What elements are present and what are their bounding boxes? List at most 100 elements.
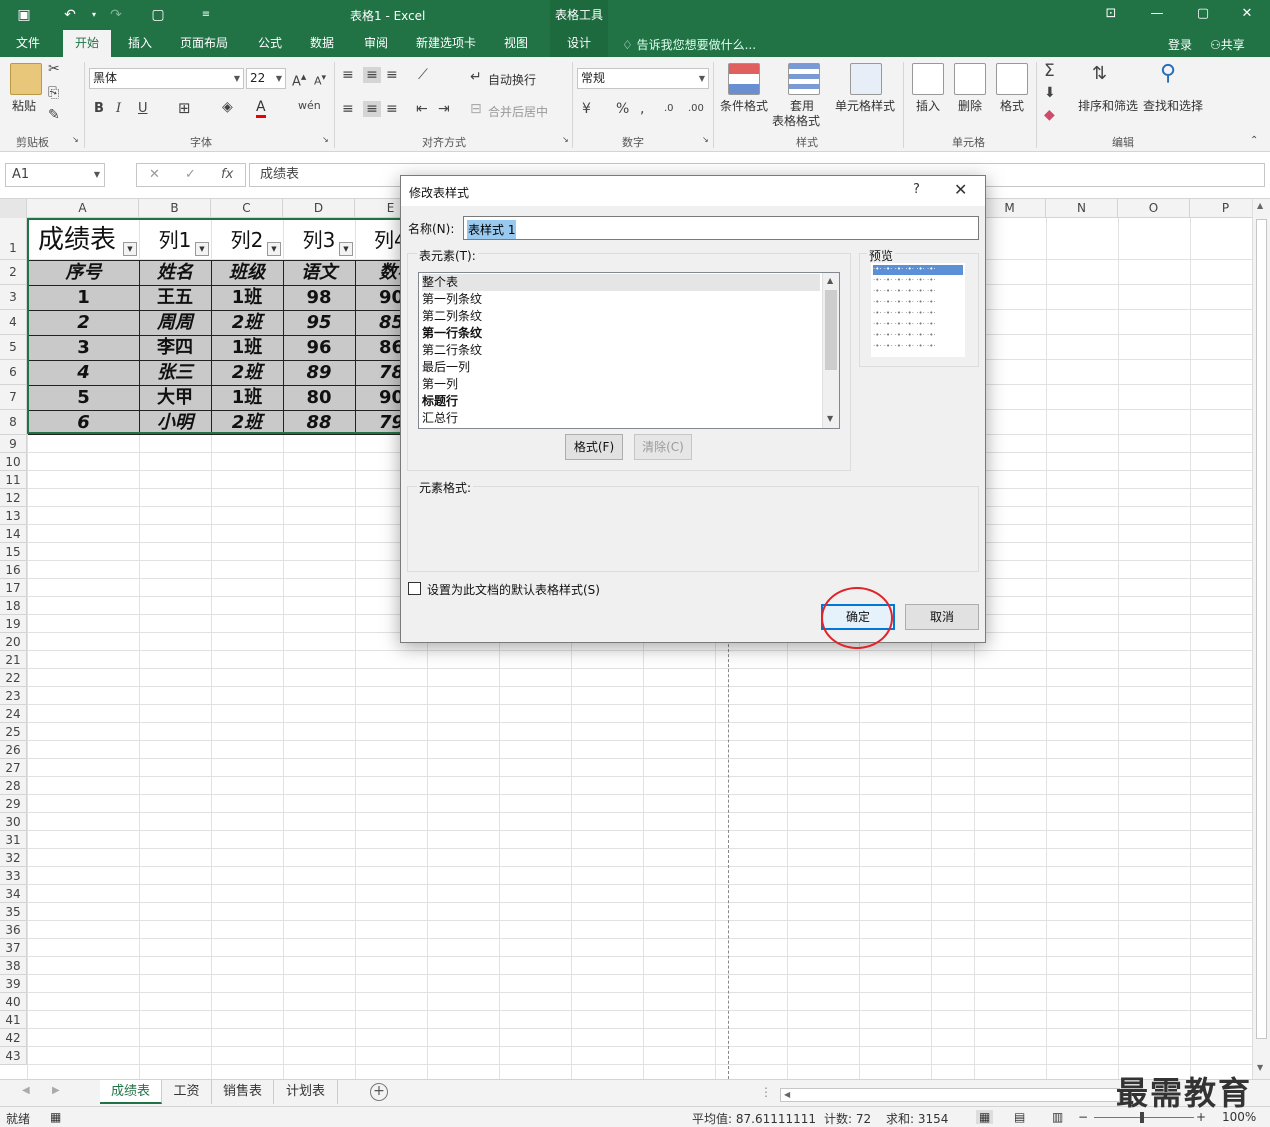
tab-review[interactable]: 审阅 xyxy=(354,30,398,57)
sheet-tab[interactable]: 计划表 xyxy=(274,1080,338,1104)
row-header[interactable]: 20 xyxy=(0,633,27,651)
table-cell[interactable]: 90 xyxy=(355,385,400,410)
ribbon-display-icon[interactable]: ⊡ xyxy=(1088,0,1134,30)
font-launcher-icon[interactable]: ↘ xyxy=(322,135,329,144)
row-header[interactable]: 18 xyxy=(0,597,27,615)
comma-icon[interactable]: , xyxy=(640,101,644,117)
new-document-icon[interactable]: ▢ xyxy=(148,5,168,25)
align-left-icon[interactable]: ≡ xyxy=(342,101,354,117)
name-box[interactable]: A1 ▼ xyxy=(5,163,105,187)
table-cell[interactable]: 98 xyxy=(283,285,355,310)
table-cell[interactable]: 79 xyxy=(355,410,400,435)
delete-cells-icon[interactable] xyxy=(954,63,986,95)
table-cell[interactable]: 78 xyxy=(355,360,400,385)
table-cell[interactable]: 2班 xyxy=(211,410,283,435)
page-break-view-icon[interactable]: ▥ xyxy=(1052,1110,1063,1124)
align-middle-icon[interactable]: ≡ xyxy=(363,67,381,83)
format-cells-icon[interactable] xyxy=(996,63,1028,95)
align-center-icon[interactable]: ≡ xyxy=(363,101,381,117)
paste-icon[interactable] xyxy=(10,63,42,95)
default-style-checkbox[interactable] xyxy=(408,582,421,595)
row-header[interactable]: 4 xyxy=(0,310,27,335)
table-element-item[interactable]: 最后一列 xyxy=(422,359,820,376)
table-cell[interactable]: 6 xyxy=(28,410,139,435)
undo-dropdown-icon[interactable]: ▾ xyxy=(84,5,104,25)
format-button[interactable]: 格式(F) xyxy=(565,434,623,460)
scroll-down-icon[interactable]: ▼ xyxy=(1257,1063,1263,1072)
row-header[interactable]: 19 xyxy=(0,615,27,633)
table-cell[interactable]: 4 xyxy=(28,360,139,385)
increase-indent-icon[interactable]: ⇥ xyxy=(438,101,450,117)
table-element-item[interactable]: 汇总行 xyxy=(422,410,820,427)
table-element-item[interactable]: 第二列条纹 xyxy=(422,308,820,325)
style-name-input[interactable]: 表样式 1 xyxy=(463,216,979,240)
row-header[interactable]: 7 xyxy=(0,385,27,410)
table-cell[interactable]: 2班 xyxy=(211,310,283,335)
table-element-item[interactable]: 标题行 xyxy=(422,393,820,410)
row-header[interactable]: 40 xyxy=(0,993,27,1011)
table-cell[interactable]: 王五 xyxy=(139,285,211,310)
sheet-tab[interactable]: 工资 xyxy=(162,1080,212,1104)
share-button[interactable]: ⚇共享 xyxy=(1210,36,1245,53)
align-top-icon[interactable]: ≡ xyxy=(342,67,354,83)
number-format-combo[interactable]: 常规 ▼ xyxy=(577,68,709,89)
column-header[interactable]: A xyxy=(27,199,139,218)
table-header-cell[interactable]: 姓名 xyxy=(139,260,211,285)
borders-icon[interactable]: ⊞ xyxy=(178,99,191,117)
row-header[interactable]: 33 xyxy=(0,867,27,885)
table-title-cell[interactable]: 成绩表 xyxy=(30,221,138,259)
column-header[interactable]: N xyxy=(1046,199,1118,218)
font-size-combo[interactable]: 22 ▼ xyxy=(246,68,286,89)
row-header[interactable]: 17 xyxy=(0,579,27,597)
row-header[interactable]: 25 xyxy=(0,723,27,741)
table-cell[interactable]: 80 xyxy=(283,385,355,410)
paste-button[interactable]: 粘贴 xyxy=(12,97,36,114)
row-header[interactable]: 36 xyxy=(0,921,27,939)
row-header[interactable]: 9 xyxy=(0,435,27,453)
conditional-formatting-button[interactable]: 条件格式 xyxy=(720,97,768,114)
split-handle-icon[interactable]: ⋮ xyxy=(760,1085,772,1099)
tab-data[interactable]: 数据 xyxy=(300,30,344,57)
row-header[interactable]: 28 xyxy=(0,777,27,795)
row-header[interactable]: 2 xyxy=(0,260,27,285)
phonetic-icon[interactable]: wén xyxy=(298,99,321,112)
insert-cells-button[interactable]: 插入 xyxy=(916,97,940,114)
add-sheet-icon[interactable]: + xyxy=(370,1083,388,1101)
table-cell[interactable]: 1班 xyxy=(211,285,283,310)
row-header[interactable]: 21 xyxy=(0,651,27,669)
row-header[interactable]: 32 xyxy=(0,849,27,867)
tab-home[interactable]: 开始 xyxy=(63,30,111,57)
table-cell[interactable]: 小明 xyxy=(139,410,211,435)
scrollbar-thumb[interactable] xyxy=(825,290,837,370)
table-element-item[interactable]: 第一行条纹 xyxy=(422,325,820,342)
tab-view[interactable]: 视图 xyxy=(494,30,538,57)
number-launcher-icon[interactable]: ↘ xyxy=(702,135,709,144)
select-all-corner[interactable] xyxy=(0,199,27,218)
tell-me-search[interactable]: ♢ 告诉我您想要做什么... xyxy=(622,36,756,53)
help-button[interactable]: ? xyxy=(913,182,920,197)
decrease-font-icon[interactable]: A▾ xyxy=(314,72,326,88)
close-icon[interactable]: ✕ xyxy=(954,180,967,199)
cut-icon[interactable]: ✂ xyxy=(48,61,60,77)
bold-icon[interactable]: B xyxy=(94,101,104,116)
column-header[interactable]: B xyxy=(139,199,211,218)
undo-icon[interactable]: ↶ xyxy=(60,5,80,25)
collapse-ribbon-icon[interactable]: ⌃ xyxy=(1250,135,1258,146)
list-scrollbar[interactable]: ▲ ▼ xyxy=(822,273,839,428)
alignment-launcher-icon[interactable]: ↘ xyxy=(562,135,569,144)
find-select-button[interactable]: 查找和选择 xyxy=(1143,97,1203,114)
tab-file[interactable]: 文件 xyxy=(6,30,50,57)
table-element-item[interactable]: 第二行条纹 xyxy=(422,342,820,359)
row-header[interactable]: 3 xyxy=(0,285,27,310)
login-link[interactable]: 登录 xyxy=(1168,36,1192,53)
table-cell[interactable]: 3 xyxy=(28,335,139,360)
filter-dropdown-icon[interactable]: ▼ xyxy=(195,242,209,256)
increase-font-icon[interactable]: A▴ xyxy=(292,70,306,89)
scroll-up-icon[interactable]: ▲ xyxy=(827,276,833,285)
row-header[interactable]: 43 xyxy=(0,1047,27,1065)
table-header-cell[interactable]: 数学 xyxy=(355,260,400,285)
column-header[interactable]: O xyxy=(1118,199,1190,218)
table-cell[interactable]: 89 xyxy=(283,360,355,385)
format-painter-icon[interactable]: ✎ xyxy=(48,107,60,123)
clipboard-launcher-icon[interactable]: ↘ xyxy=(72,135,79,144)
